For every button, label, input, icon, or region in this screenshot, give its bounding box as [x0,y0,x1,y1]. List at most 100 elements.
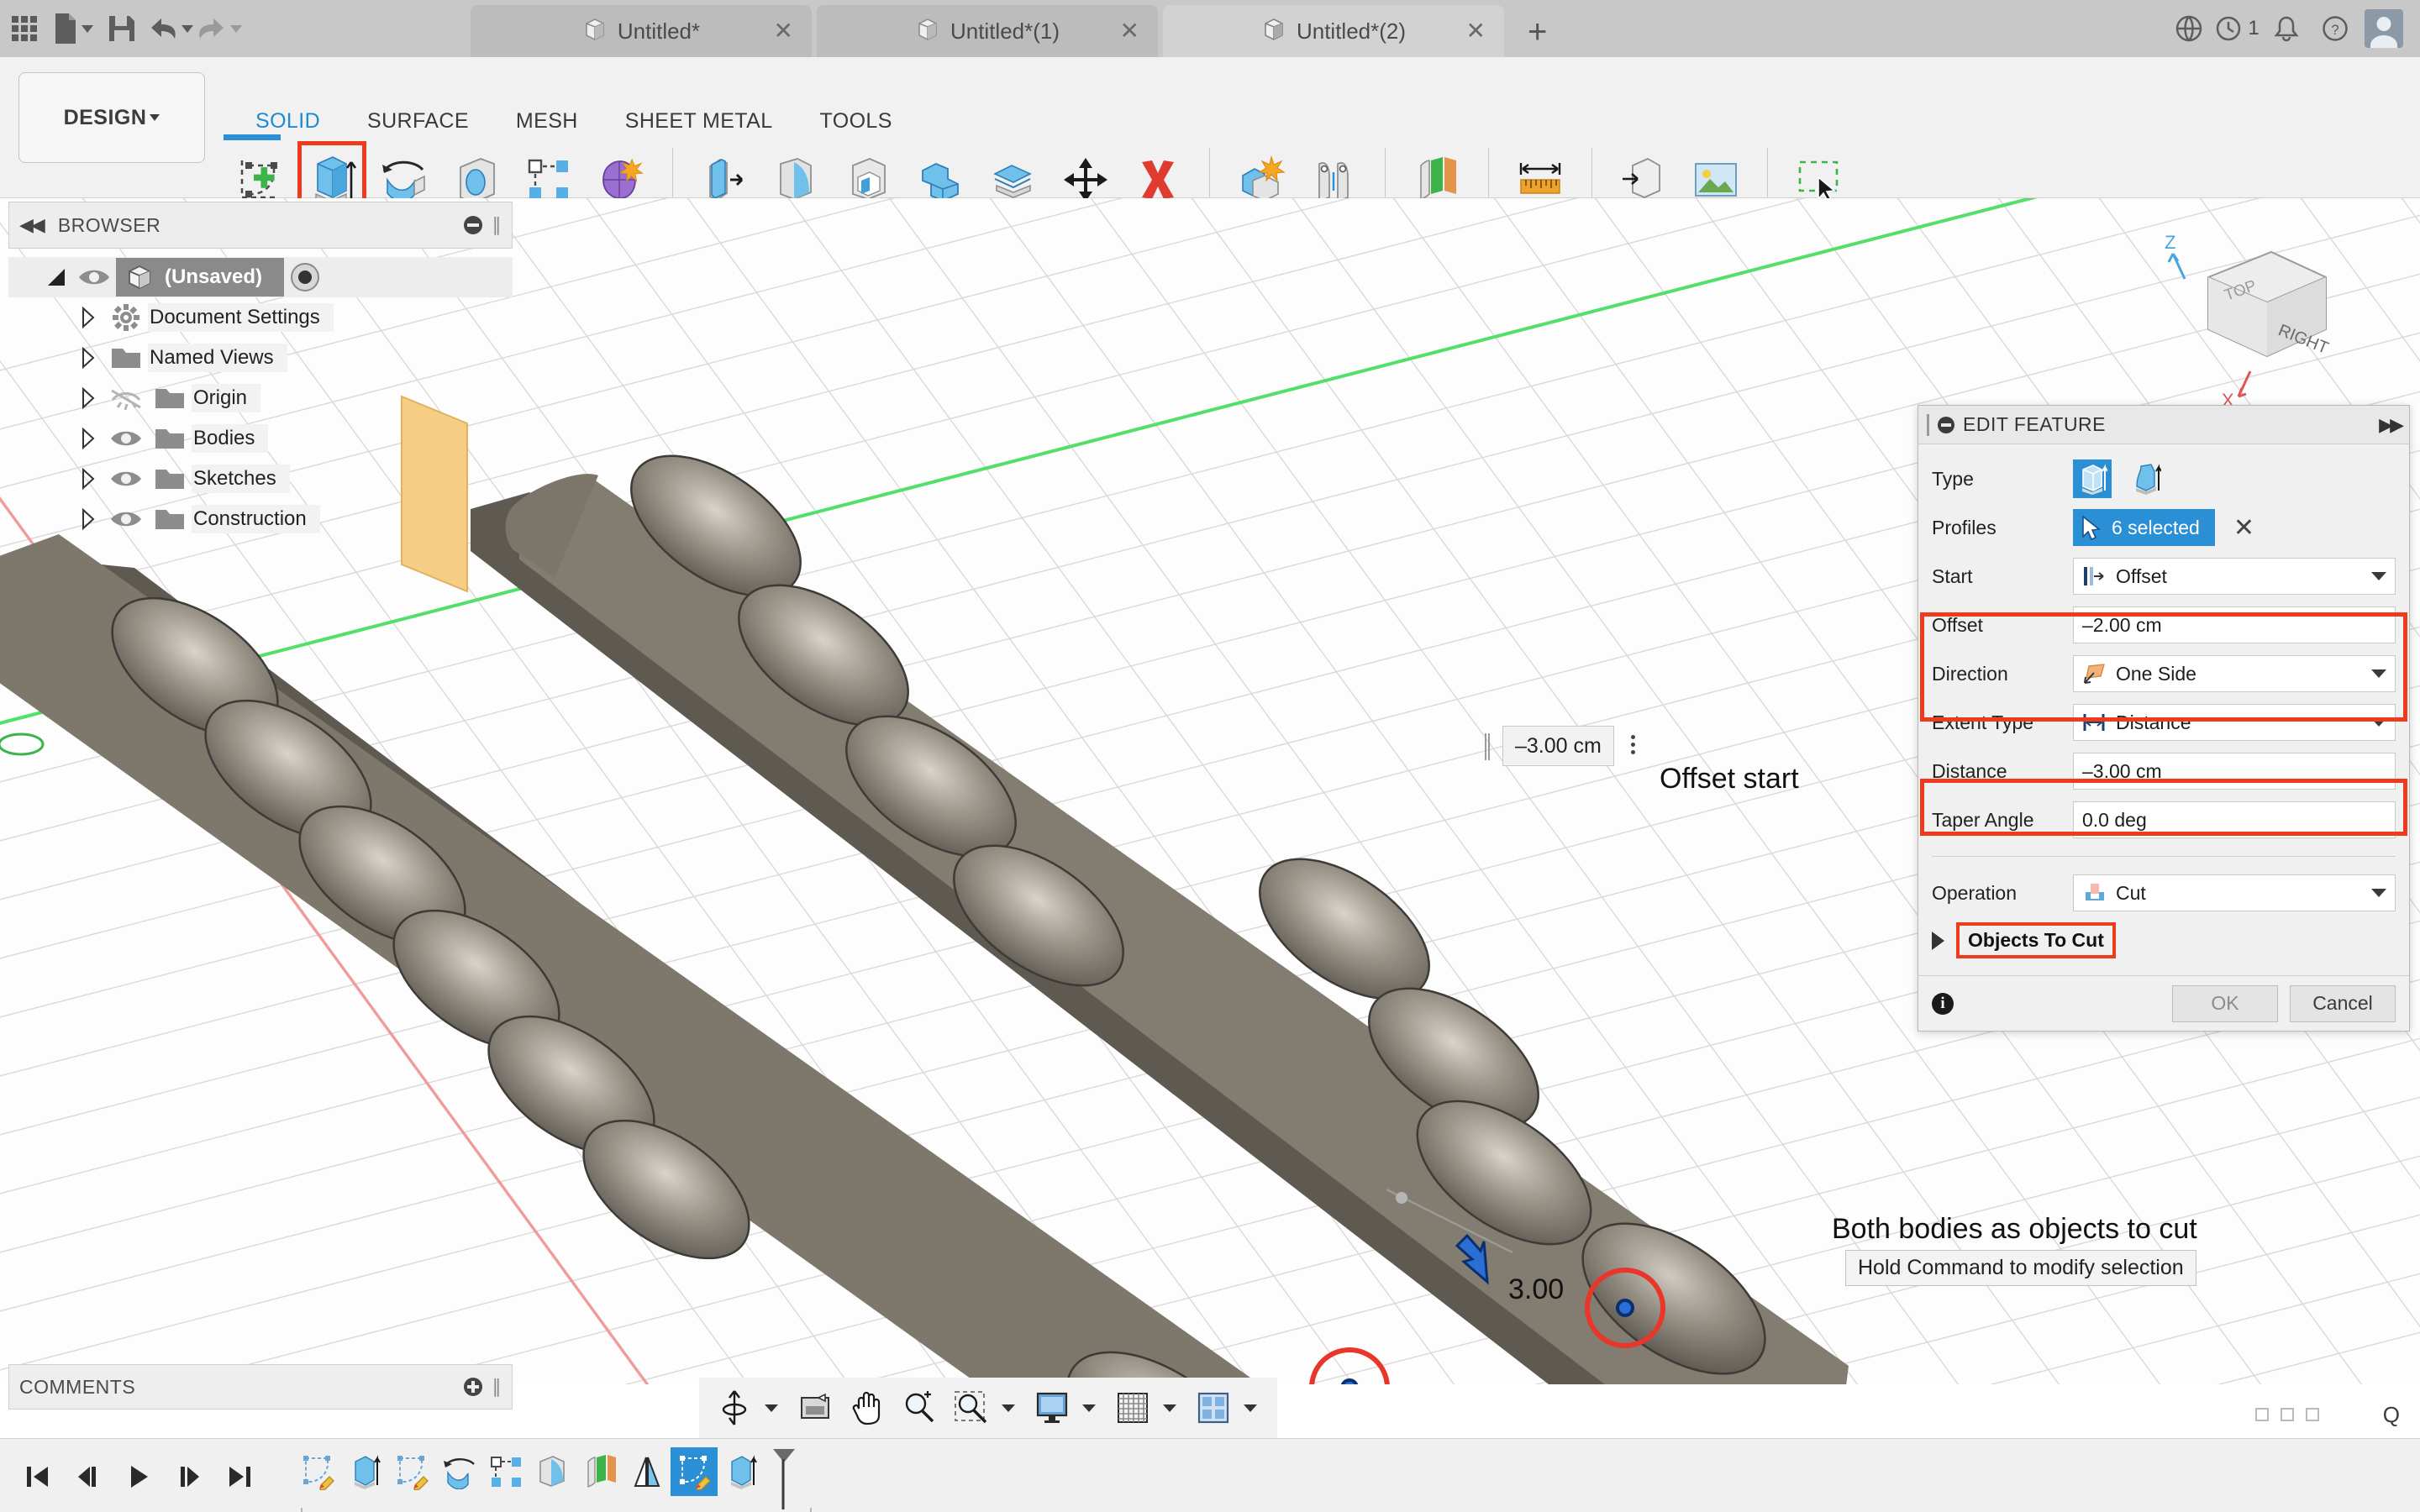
tree-row-construction[interactable]: Construction [8,499,513,539]
redo-icon[interactable] [195,4,244,53]
distance-input[interactable]: –3.00 cm [2073,753,2396,790]
add-comment-icon[interactable] [464,1378,482,1396]
dimension-menu-icon[interactable] [1631,735,1635,754]
timeline-pattern-icon[interactable] [482,1447,529,1496]
undo-icon[interactable] [146,4,195,53]
viewports-icon[interactable] [1190,1384,1237,1431]
collapse-dot-icon[interactable] [1938,417,1954,433]
tree-row-sketches[interactable]: Sketches [8,459,513,499]
display-mode-icon[interactable] [1028,1384,1076,1431]
timeline-sketch-selected-icon[interactable] [671,1447,718,1496]
collapse-icon[interactable]: ◀◀ [19,214,43,236]
step-back-icon[interactable] [66,1451,111,1503]
timeline-fillet-icon[interactable] [529,1447,576,1496]
new-tab-button[interactable]: + [1509,15,1565,57]
tab-tools[interactable]: TOOLS [797,109,916,134]
tab-sheet-metal[interactable]: SHEET METAL [602,109,797,134]
minimize-icon[interactable] [464,216,482,234]
visibility-eye-icon[interactable] [72,266,116,288]
timeline-revolve-icon[interactable] [435,1447,482,1496]
info-icon[interactable]: i [1932,993,1954,1015]
orbit-icon[interactable] [711,1384,758,1431]
comments-panel[interactable]: COMMENTS ∥ [8,1364,513,1410]
start-dropdown[interactable]: Offset [2073,558,2396,595]
tab-surface[interactable]: SURFACE [344,109,492,134]
chevron-down-icon[interactable] [2371,669,2386,678]
workspace-selector[interactable]: DESIGN [18,72,205,163]
timeline-extrude-icon[interactable] [718,1447,765,1496]
tab-mesh[interactable]: MESH [492,109,602,134]
document-tab-2[interactable]: Untitled*(2) ✕ [1163,5,1504,57]
view-cube[interactable]: Z RIGHT TOP X [2149,228,2343,422]
distance-dimension-chip[interactable]: –3.00 cm [1502,726,1614,766]
visibility-eye-icon[interactable] [104,428,148,449]
tree-row-document-settings[interactable]: Document Settings [8,297,513,338]
offset-input[interactable]: –2.00 cm [2073,606,2396,643]
operation-dropdown[interactable]: Cut [2073,874,2396,911]
bell-icon[interactable] [2262,4,2311,53]
zoom-icon[interactable] [896,1384,943,1431]
expand-triangle-icon[interactable] [1932,932,1944,950]
quick-access-q-label[interactable]: Q [2383,1402,2400,1428]
chevron-right-icon[interactable] [72,468,104,490]
chevron-down-icon[interactable] [1082,1404,1096,1412]
tab-solid[interactable]: SOLID [232,109,344,134]
timeline-sketch-icon[interactable] [388,1447,435,1496]
visibility-eye-icon[interactable] [104,468,148,490]
display-settings-icon[interactable] [792,1384,839,1431]
tree-row-named-views[interactable]: Named Views [8,338,513,378]
chevron-down-icon[interactable] [765,1404,778,1412]
ok-button[interactable]: OK [2172,985,2278,1022]
cancel-button[interactable]: Cancel [2290,985,2396,1022]
grid-snap-icon[interactable] [1109,1384,1156,1431]
chevron-down-icon[interactable] [2371,718,2386,727]
chevron-right-icon[interactable] [72,508,104,530]
clock-icon[interactable]: 1 [2213,4,2262,53]
chevron-down-icon[interactable] [2371,889,2386,897]
row-objects-to-cut[interactable]: Objects To Cut [1918,917,2409,972]
timeline-end-marker[interactable] [770,1447,798,1506]
expand-toggle-icon[interactable] [40,269,72,286]
activate-component-radio[interactable] [291,263,319,291]
chevron-right-icon[interactable] [72,387,104,409]
go-to-start-icon[interactable] [15,1451,60,1503]
visibility-eye-off-icon[interactable] [104,386,148,410]
document-tab-1[interactable]: Untitled*(1) ✕ [817,5,1158,57]
step-forward-icon[interactable] [166,1451,212,1503]
profiles-selection-chip[interactable]: 6 selected [2073,509,2215,546]
timeline-plane-icon[interactable] [576,1447,623,1496]
zoom-window-icon[interactable] [948,1384,995,1431]
taper-angle-input[interactable]: 0.0 deg [2073,801,2396,838]
type-tapered-extrude-button[interactable] [2127,459,2165,498]
close-icon[interactable]: ✕ [1466,19,1486,43]
chevron-down-icon[interactable] [1244,1404,1257,1412]
timeline-sketch-icon[interactable] [294,1447,341,1496]
dialog-grip-icon[interactable] [1927,414,1929,436]
extent-type-dropdown[interactable]: Distance [2073,704,2396,741]
visibility-eye-icon[interactable] [104,508,148,530]
timeline-mirror-icon[interactable] [623,1447,671,1496]
panel-grip-icon[interactable]: ∥ [492,1376,502,1398]
edit-feature-dialog[interactable]: EDIT FEATURE ▶▶ Type Profiles [1918,405,2410,1032]
tree-row-origin[interactable]: Origin [8,378,513,418]
save-icon[interactable] [97,4,146,53]
clear-selection-icon[interactable]: ✕ [2233,513,2254,543]
document-tab-0[interactable]: Untitled* ✕ [471,5,812,57]
close-icon[interactable]: ✕ [1120,19,1139,43]
type-solid-extrude-button[interactable] [2073,459,2112,498]
chevron-right-icon[interactable] [72,428,104,449]
chevron-down-icon[interactable] [1163,1404,1176,1412]
chevron-down-icon[interactable] [2371,572,2386,580]
tree-row-bodies[interactable]: Bodies [8,418,513,459]
account-avatar[interactable] [2360,4,2408,53]
direction-dropdown[interactable]: One Side [2073,655,2396,692]
extension-icon[interactable] [2165,4,2213,53]
chevron-right-icon[interactable] [72,347,104,369]
pan-icon[interactable] [844,1384,891,1431]
panel-grip-icon[interactable]: ∥ [492,214,502,236]
chevron-down-icon[interactable] [1002,1404,1015,1412]
go-to-end-icon[interactable] [217,1451,262,1503]
tree-row-root[interactable]: (Unsaved) [8,257,513,297]
root-component[interactable]: (Unsaved) [116,258,284,297]
close-icon[interactable]: ✕ [774,19,793,43]
